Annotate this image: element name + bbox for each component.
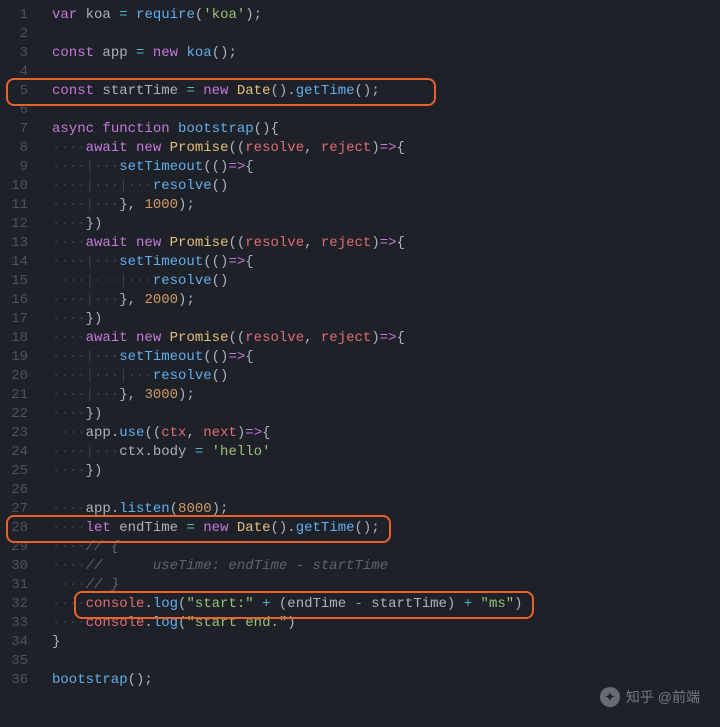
code-line[interactable]: ····|···}, 3000); [52,386,720,405]
code-line[interactable]: ····|···|···resolve() [52,367,720,386]
line-number: 13 [0,234,28,253]
code-line[interactable]: ····let endTime = new Date().getTime(); [52,519,720,538]
line-number: 29 [0,538,28,557]
code-line[interactable]: ····}) [52,462,720,481]
code-line[interactable] [52,101,720,120]
code-line[interactable]: ····// } [52,576,720,595]
line-number: 21 [0,386,28,405]
code-line[interactable]: ····|···setTimeout(()=>{ [52,348,720,367]
code-line[interactable]: ····await new Promise((resolve, reject)=… [52,234,720,253]
code-line[interactable]: ····await new Promise((resolve, reject)=… [52,329,720,348]
code-line[interactable]: ····|···setTimeout(()=>{ [52,158,720,177]
code-line[interactable]: ····|···ctx.body = 'hello' [52,443,720,462]
line-number-gutter: 1234567891011121314151617181920212223242… [0,0,40,727]
line-number: 17 [0,310,28,329]
line-number: 4 [0,63,28,82]
line-number: 22 [0,405,28,424]
code-line[interactable]: ····app.use((ctx, next)=>{ [52,424,720,443]
code-area[interactable]: var koa = require('koa'); const app = new… [40,0,720,727]
wechat-icon: ✦ [600,687,620,707]
line-number: 15 [0,272,28,291]
code-line[interactable]: async function bootstrap(){ [52,120,720,139]
line-number: 26 [0,481,28,500]
line-number: 9 [0,158,28,177]
line-number: 24 [0,443,28,462]
line-number: 34 [0,633,28,652]
line-number: 10 [0,177,28,196]
line-number: 14 [0,253,28,272]
line-number: 36 [0,671,28,690]
code-line[interactable]: ····console.log("start end.") [52,614,720,633]
code-line[interactable]: ····// useTime: endTime - startTime [52,557,720,576]
line-number: 28 [0,519,28,538]
line-number: 19 [0,348,28,367]
line-number: 35 [0,652,28,671]
code-line[interactable]: ····|···}, 1000); [52,196,720,215]
line-number: 33 [0,614,28,633]
code-line[interactable]: ····}) [52,215,720,234]
code-line[interactable]: ····app.listen(8000); [52,500,720,519]
line-number: 1 [0,6,28,25]
line-number: 30 [0,557,28,576]
line-number: 3 [0,44,28,63]
code-line[interactable] [52,481,720,500]
line-number: 18 [0,329,28,348]
line-number: 11 [0,196,28,215]
code-line[interactable]: const startTime = new Date().getTime(); [52,82,720,101]
code-line[interactable]: const app = new koa(); [52,44,720,63]
line-number: 20 [0,367,28,386]
code-line[interactable]: var koa = require('koa'); [52,6,720,25]
code-line[interactable]: ····|···}, 2000); [52,291,720,310]
line-number: 16 [0,291,28,310]
line-number: 7 [0,120,28,139]
line-number: 32 [0,595,28,614]
code-editor[interactable]: 1234567891011121314151617181920212223242… [0,0,720,727]
watermark-text: 知乎 @前端 [626,688,700,707]
line-number: 8 [0,139,28,158]
line-number: 25 [0,462,28,481]
code-line[interactable] [52,25,720,44]
line-number: 27 [0,500,28,519]
code-line[interactable]: ····|···|···resolve() [52,177,720,196]
line-number: 31 [0,576,28,595]
watermark: ✦ 知乎 @前端 [600,687,700,707]
line-number: 2 [0,25,28,44]
code-line[interactable]: ····}) [52,405,720,424]
line-number: 5 [0,82,28,101]
code-line[interactable]: ····// { [52,538,720,557]
code-line[interactable] [52,652,720,671]
line-number: 23 [0,424,28,443]
code-line[interactable]: ····|···setTimeout(()=>{ [52,253,720,272]
code-line[interactable] [52,63,720,82]
code-line[interactable]: ····|···|···resolve() [52,272,720,291]
code-line[interactable]: ····console.log("start:" + (endTime - st… [52,595,720,614]
code-line[interactable]: } [52,633,720,652]
line-number: 6 [0,101,28,120]
code-line[interactable]: ····}) [52,310,720,329]
line-number: 12 [0,215,28,234]
code-line[interactable]: ····await new Promise((resolve, reject)=… [52,139,720,158]
